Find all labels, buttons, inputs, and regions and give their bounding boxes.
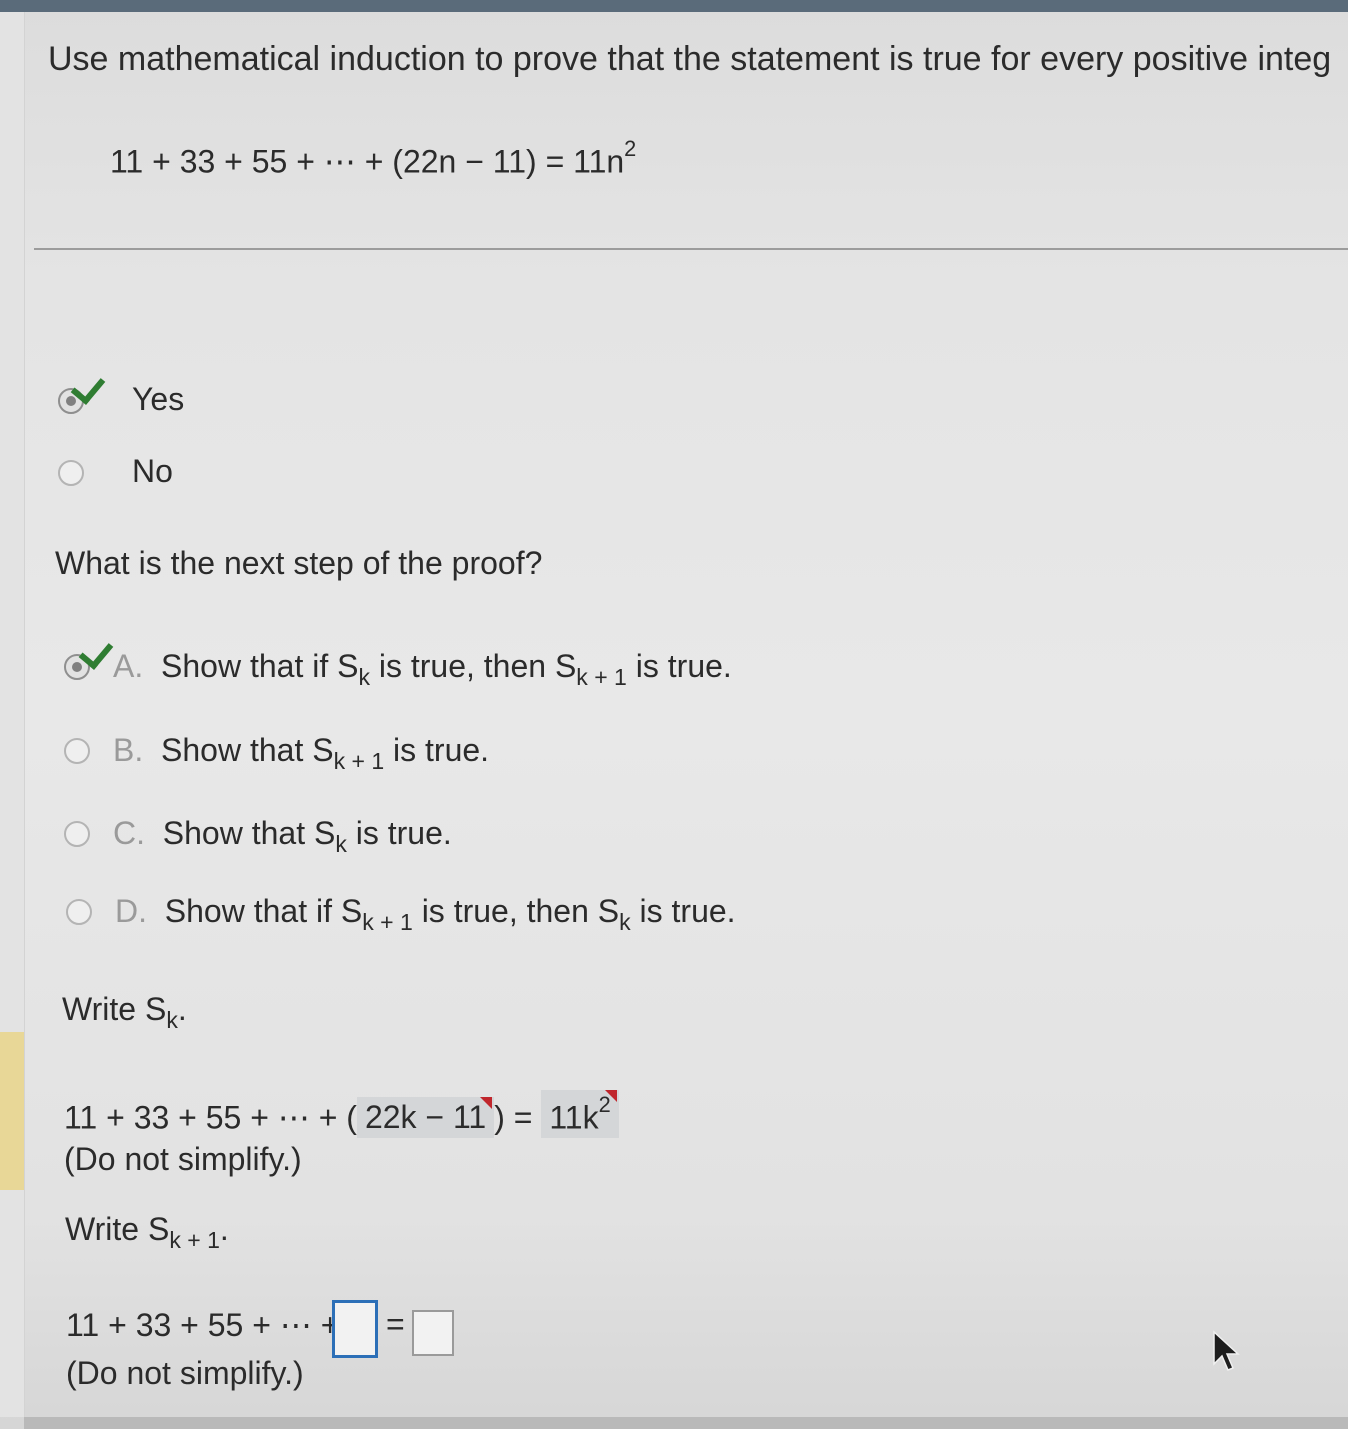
section-divider: [34, 248, 1348, 250]
sk1-prefix: 11 + 33 + 55 + ⋯ +: [66, 1307, 340, 1343]
sk-answer-term-value: 22k − 11: [364, 1099, 487, 1136]
option-d[interactable]: D. Show that if Sk + 1 is true, then Sk …: [115, 893, 736, 936]
sk1-sum-input[interactable]: [412, 1310, 454, 1356]
option-b-text-2: is true.: [384, 732, 490, 768]
option-a-sub-2: k + 1: [576, 664, 627, 691]
option-b[interactable]: B. Show that Sk + 1 is true.: [113, 732, 489, 775]
radio-option-c[interactable]: [64, 821, 90, 847]
option-d-sub-1: k + 1: [362, 909, 413, 936]
write-sk1-end: .: [219, 1211, 229, 1247]
option-a-text-2: is true, then S: [369, 648, 577, 684]
option-d-text-3: is true.: [630, 893, 736, 929]
option-c-text-2: is true.: [346, 815, 452, 851]
window-top-bar: [0, 0, 1348, 12]
statement-lhs: 11 + 33 + 55 + ⋯ + (22n − 11) = 11n: [110, 143, 625, 180]
option-yes-label[interactable]: Yes: [132, 381, 184, 418]
option-d-sub-2: k: [619, 909, 631, 936]
option-b-sub-1: k + 1: [333, 748, 385, 775]
write-sk1-sub: k + 1: [169, 1227, 220, 1254]
sk1-term-input[interactable]: [332, 1300, 378, 1358]
option-a-sub-1: k: [358, 664, 370, 691]
option-a-text-3: is true.: [626, 648, 732, 684]
sk-note: (Do not simplify.): [64, 1141, 302, 1177]
option-c[interactable]: C. Show that Sk is true.: [113, 815, 452, 858]
sk-answer-sum-value: 11k: [549, 1099, 599, 1136]
option-a[interactable]: A. Show that if Sk is true, then Sk + 1 …: [113, 648, 732, 691]
flag-icon: [604, 1090, 617, 1102]
option-d-text-2: is true, then S: [412, 893, 620, 929]
flag-icon: [480, 1097, 493, 1110]
option-no-label[interactable]: No: [132, 453, 173, 490]
option-d-text-1: Show that if S: [164, 893, 363, 929]
current-part-marker: [0, 1032, 24, 1190]
radio-option-b[interactable]: [64, 738, 90, 764]
next-step-prompt: What is the next step of the proof?: [55, 545, 543, 581]
write-sk-sub: k: [166, 1007, 178, 1034]
left-edge: [0, 12, 25, 1417]
option-d-letter: D.: [115, 893, 147, 929]
radio-no[interactable]: [58, 460, 84, 486]
radio-option-d[interactable]: [66, 899, 92, 925]
write-sk-text: Write S: [62, 991, 167, 1027]
option-a-text-1: Show that if S: [161, 648, 359, 684]
option-c-text-1: Show that S: [162, 815, 336, 851]
write-sk1-text: Write S: [65, 1211, 170, 1247]
sk-equation: 11 + 33 + 55 + ⋯ + (22k − 11) = 11k2: [64, 1090, 619, 1139]
statement-equation: 11 + 33 + 55 + ⋯ + (22n − 11) = 11n2: [110, 136, 636, 180]
sk1-note: (Do not simplify.): [66, 1355, 304, 1391]
mouse-pointer-shape: [1213, 1330, 1240, 1371]
mouse-pointer-icon: [1213, 1330, 1240, 1371]
sk-answer-sum[interactable]: 11k2: [541, 1090, 619, 1139]
option-c-sub-1: k: [335, 831, 347, 858]
option-b-text-1: Show that S: [161, 732, 334, 768]
write-sk1-label: Write Sk + 1.: [65, 1211, 229, 1254]
option-c-letter: C.: [113, 815, 145, 851]
option-a-letter: A.: [113, 648, 144, 684]
write-sk-label: Write Sk.: [62, 991, 187, 1034]
statement-exponent: 2: [624, 136, 637, 161]
write-sk-end: .: [177, 991, 187, 1027]
sk-prefix: 11 + 33 + 55 + ⋯ + (: [64, 1099, 357, 1136]
sk-mid: ) =: [494, 1099, 533, 1136]
bottom-edge: [24, 1417, 1348, 1429]
question-instruction: Use mathematical induction to prove that…: [48, 40, 1332, 78]
sk1-equals: =: [386, 1306, 405, 1342]
sk-answer-term[interactable]: 22k − 11: [356, 1097, 495, 1139]
option-b-letter: B.: [113, 732, 144, 768]
